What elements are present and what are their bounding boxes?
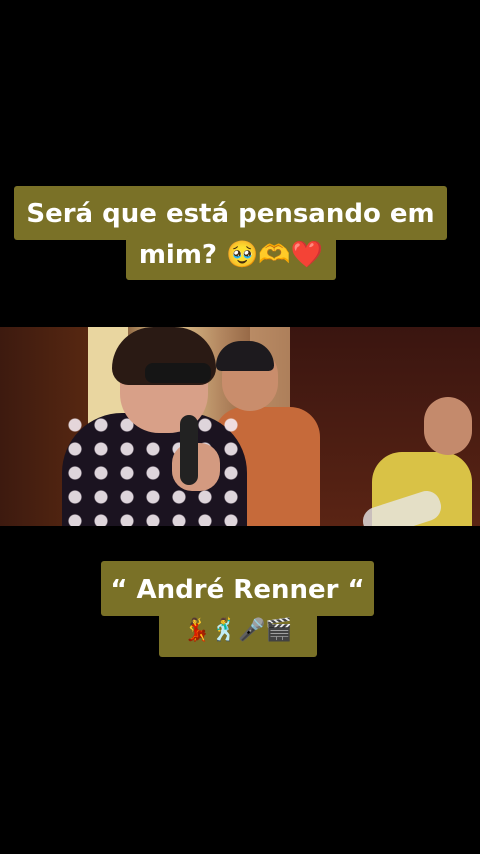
microphone — [180, 415, 198, 485]
video-frame[interactable] — [0, 327, 480, 526]
caption-bottom-line1: “ André Renner “ — [101, 561, 374, 616]
caption-top-line1: Será que está pensando em — [14, 186, 447, 240]
caption-bottom-line2: 💃🕺🎤🎬 — [159, 612, 317, 657]
caption-top-line2: mim? 🥹🫶❤️ — [126, 236, 336, 280]
sunglasses — [145, 363, 211, 383]
band-member-right-head — [424, 397, 472, 455]
